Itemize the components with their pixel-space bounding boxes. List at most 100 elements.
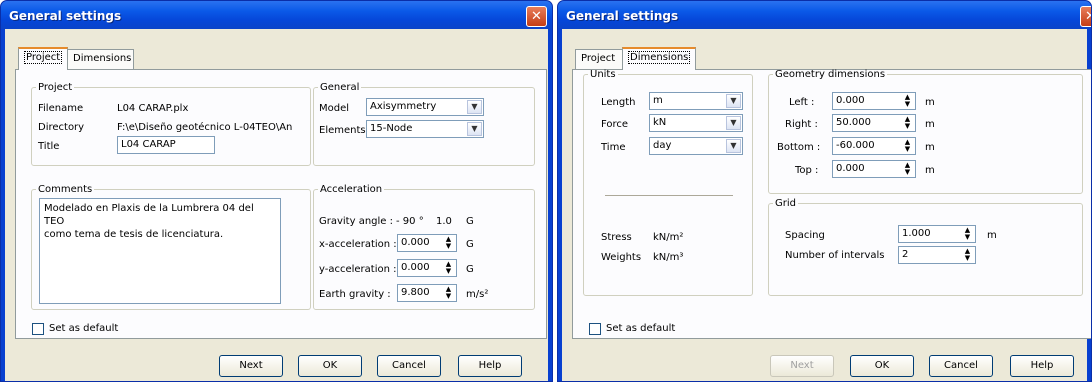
spinner-icon[interactable]: ▲ ▼ (442, 236, 455, 250)
earth-gravity-value: 9.800 (401, 287, 430, 298)
time-select[interactable]: day ▼ (649, 137, 743, 155)
y-acceleration-input[interactable]: 0.000 ▲ ▼ (397, 259, 457, 277)
x-acceleration-label: x-acceleration : (319, 239, 397, 250)
comment-line: como tema de tesis de licenciatura. (44, 229, 224, 240)
tab-panel: Units Length m ▼ Force kN ▼ Time day ▼ Stre… (572, 69, 1091, 339)
cancel-button[interactable]: Cancel (929, 355, 993, 377)
right-label: Right : (785, 119, 818, 130)
group-legend: Grid (775, 198, 796, 209)
spinner-icon[interactable]: ▲ ▼ (901, 139, 914, 153)
window-title: General settings (1, 1, 552, 29)
close-icon[interactable]: ✕ (526, 6, 547, 27)
elements-label: Elements (319, 125, 366, 136)
group-legend: General (320, 82, 360, 93)
y-acceleration-label: y-acceleration : (319, 264, 397, 275)
spinner-icon[interactable]: ▲ ▼ (961, 248, 974, 262)
earth-gravity-unit: m/s² (466, 289, 489, 300)
intervals-label: Number of intervals (785, 250, 885, 261)
chevron-down-icon[interactable]: ▼ (467, 122, 482, 136)
bottom-input[interactable]: -60.000 ▲ ▼ (832, 137, 916, 155)
tab-dimensions[interactable]: Dimensions (67, 49, 134, 69)
spinner-icon[interactable]: ▲ ▼ (961, 227, 974, 241)
spacing-value: 1.000 (902, 228, 931, 239)
top-unit: m (925, 165, 935, 176)
chevron-down-icon[interactable]: ▼ (467, 100, 482, 114)
earth-gravity-input[interactable]: 9.800 ▲ ▼ (397, 284, 457, 302)
model-value: Axisymmetry (370, 101, 437, 112)
next-button[interactable]: Next (770, 355, 834, 377)
x-acceleration-input[interactable]: 0.000 ▲ ▼ (397, 234, 457, 252)
close-icon[interactable]: ✕ (1080, 6, 1091, 27)
gravity-angle-value: - 90 ° (396, 216, 424, 227)
force-value: kN (653, 117, 667, 128)
right-value: 50.000 (836, 117, 871, 128)
gravity-g-unit: G (466, 216, 474, 227)
spinner-icon[interactable]: ▲ ▼ (442, 261, 455, 275)
set-default-checkbox[interactable] (32, 323, 44, 335)
top-label: Top : (795, 165, 819, 176)
spacing-unit: m (987, 230, 997, 241)
set-default-checkbox[interactable] (589, 323, 601, 335)
left-input[interactable]: 0.000 ▲ ▼ (832, 92, 916, 110)
gravity-g-value: 1.0 (436, 216, 452, 227)
spinner-icon[interactable]: ▲ ▼ (442, 286, 455, 300)
intervals-value: 2 (902, 249, 909, 260)
stress-label: Stress (601, 232, 632, 243)
model-select[interactable]: Axisymmetry ▼ (366, 98, 484, 116)
tab-panel: Project Filename L04 CARAP.plx Directory… (15, 69, 547, 339)
help-button[interactable]: Help (458, 355, 522, 377)
help-button[interactable]: Help (1010, 355, 1074, 377)
general-settings-window-right: General settings ✕ Project Dimensions Un… (557, 0, 1092, 382)
left-unit: m (925, 97, 935, 108)
set-default-label: Set as default (49, 323, 119, 334)
chevron-down-icon[interactable]: ▼ (726, 139, 741, 153)
group-legend: Acceleration (320, 184, 383, 195)
next-button[interactable]: Next (219, 355, 283, 377)
model-label: Model (319, 103, 350, 114)
right-input[interactable]: 50.000 ▲ ▼ (832, 114, 916, 132)
tab-project[interactable]: Project (575, 49, 623, 69)
dialog-client: Project Dimensions Project Filename L04 … (5, 29, 548, 381)
units-divider (605, 195, 733, 196)
group-legend: Geometry dimensions (775, 69, 886, 80)
intervals-input[interactable]: 2 ▲ ▼ (898, 246, 976, 264)
stress-value: kN/m² (653, 232, 684, 243)
bottom-label: Bottom : (777, 142, 821, 153)
time-label: Time (601, 142, 626, 153)
weights-value: kN/m³ (653, 252, 684, 263)
elements-value: 15-Node (370, 123, 413, 134)
weights-label: Weights (601, 252, 642, 263)
y-acceleration-value: 0.000 (401, 262, 430, 273)
comment-line: Modelado en Plaxis de la Lumbrera 04 del… (44, 203, 254, 227)
tab-project[interactable]: Project (18, 47, 69, 70)
gravity-angle-label: Gravity angle : (319, 216, 393, 227)
tab-label: Dimensions (73, 53, 132, 64)
chevron-down-icon[interactable]: ▼ (726, 94, 741, 108)
tab-dimensions[interactable]: Dimensions (622, 47, 697, 70)
tab-label: Dimensions (628, 51, 691, 64)
comments-textarea[interactable]: Modelado en Plaxis de la Lumbrera 04 del… (39, 198, 281, 304)
chevron-down-icon[interactable]: ▼ (726, 116, 741, 130)
right-unit: m (925, 119, 935, 130)
ok-button[interactable]: OK (850, 355, 914, 377)
elements-select[interactable]: 15-Node ▼ (366, 120, 484, 138)
ok-button[interactable]: OK (298, 355, 362, 377)
force-select[interactable]: kN ▼ (649, 114, 743, 132)
spinner-icon[interactable]: ▲ ▼ (901, 94, 914, 108)
window-title: General settings (558, 1, 1091, 29)
group-legend: Units (590, 69, 616, 80)
bottom-unit: m (925, 142, 935, 153)
length-select[interactable]: m ▼ (649, 92, 743, 110)
top-input[interactable]: 0.000 ▲ ▼ (832, 160, 916, 178)
spinner-icon[interactable]: ▲ ▼ (901, 116, 914, 130)
x-acceleration-value: 0.000 (401, 237, 430, 248)
spacing-input[interactable]: 1.000 ▲ ▼ (898, 225, 976, 243)
set-default-label: Set as default (606, 323, 676, 334)
dialog-client: Project Dimensions Units Length m ▼ Force… (562, 29, 1091, 381)
title-input[interactable]: L04 CARAP (117, 136, 215, 154)
spinner-icon[interactable]: ▲ ▼ (901, 162, 914, 176)
directory-label: Directory (38, 122, 85, 133)
group-legend: Comments (38, 184, 93, 195)
general-settings-window-left: General settings ✕ Project Dimensions Pr… (0, 0, 553, 382)
cancel-button[interactable]: Cancel (377, 355, 441, 377)
